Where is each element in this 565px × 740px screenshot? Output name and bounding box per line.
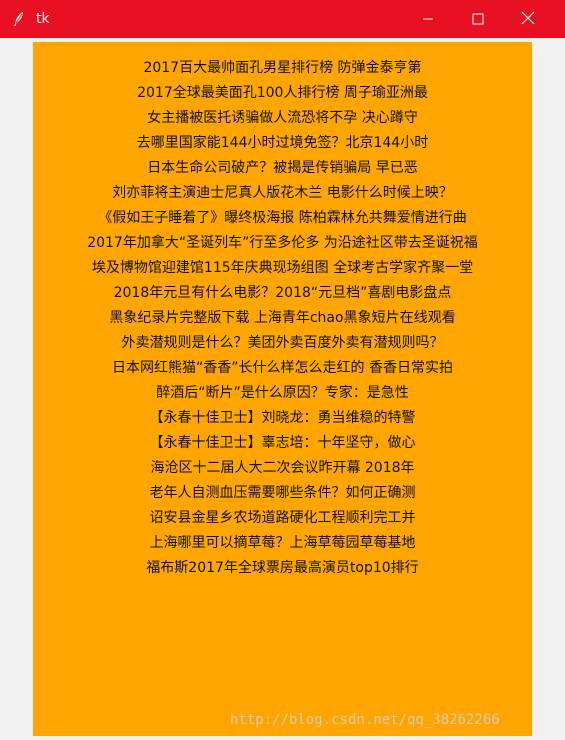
- headline-line: 2017全球最美面孔100人排行榜 周子瑜亚洲最: [137, 85, 428, 101]
- headline-line: 上海哪里可以摘草莓？上海草莓园草莓基地: [149, 535, 416, 551]
- headline-line: 刘亦菲将主演迪士尼真人版花木兰 电影什么时候上映？: [112, 185, 453, 201]
- headline-line: 2017年加拿大“圣诞列车”行至多伦多 为沿途社区带去圣诞祝福: [87, 235, 478, 251]
- headline-line: 女主播被医托诱骗做人流恐将不孕 决心蹲守: [147, 110, 418, 126]
- headline-line: 【永春十佳卫士】刘晓龙：勇当维稳的特警: [149, 410, 416, 426]
- minimize-icon: [422, 10, 434, 29]
- close-icon: [521, 10, 535, 29]
- maximize-icon: [472, 10, 484, 29]
- maximize-button[interactable]: [453, 0, 503, 38]
- close-button[interactable]: [503, 0, 553, 38]
- headline-line: 诏安县金星乡农场道路硬化工程顺利完工并: [149, 510, 416, 526]
- headline-list: 2017百大最帅面孔男星排行榜 防弹金泰亨第 2017全球最美面孔100人排行榜…: [33, 56, 532, 581]
- headline-line: 《假如王子睡着了》曝终极海报 陈柏霖林允共舞爱情进行曲: [98, 210, 467, 226]
- headline-line: 去哪里国家能144小时过境免签？北京144小时: [136, 135, 429, 151]
- headline-line: 埃及博物馆迎建馆115年庆典现场组图 全球考古学家齐聚一堂: [91, 260, 474, 276]
- headline-line: 醉酒后“断片”是什么原因？专家：是急性: [156, 385, 409, 401]
- news-label: 2017百大最帅面孔男星排行榜 防弹金泰亨第 2017全球最美面孔100人排行榜…: [33, 42, 532, 736]
- watermark: http://blog.csdn.net/qq_38262266: [230, 712, 500, 728]
- headline-line: 外卖潜规则是什么？美团外卖百度外卖有潜规则吗？: [121, 335, 444, 351]
- headline-line: 【永春十佳卫士】辜志培：十年坚守，做心: [149, 435, 416, 451]
- headline-line: 福布斯2017年全球票房最高演员top10排行: [146, 560, 419, 576]
- headline-line: 日本生命公司破产？被揭是传销骗局 早已恶: [147, 160, 418, 176]
- headline-line: 日本网红熊猫“香香”长什么样怎么走红的 香香日常实拍: [112, 360, 453, 376]
- headline-line: 2017百大最帅面孔男星排行榜 防弹金泰亨第: [143, 60, 422, 76]
- feather-icon: [10, 10, 28, 28]
- headline-line: 老年人自测血压需要哪些条件？如何正确测: [149, 485, 416, 501]
- headline-line: 2018年元旦有什么电影？2018“元旦档”喜剧电影盘点: [113, 285, 452, 301]
- title-bar[interactable]: tk: [0, 0, 565, 38]
- headline-line: 海沧区十二届人大二次会议昨开幕 2018年: [150, 460, 415, 476]
- minimize-button[interactable]: [403, 0, 453, 38]
- window-title: tk: [36, 11, 50, 27]
- headline-line: 黑象纪录片完整版下载 上海青年chao黑象短片在线观看: [109, 310, 456, 326]
